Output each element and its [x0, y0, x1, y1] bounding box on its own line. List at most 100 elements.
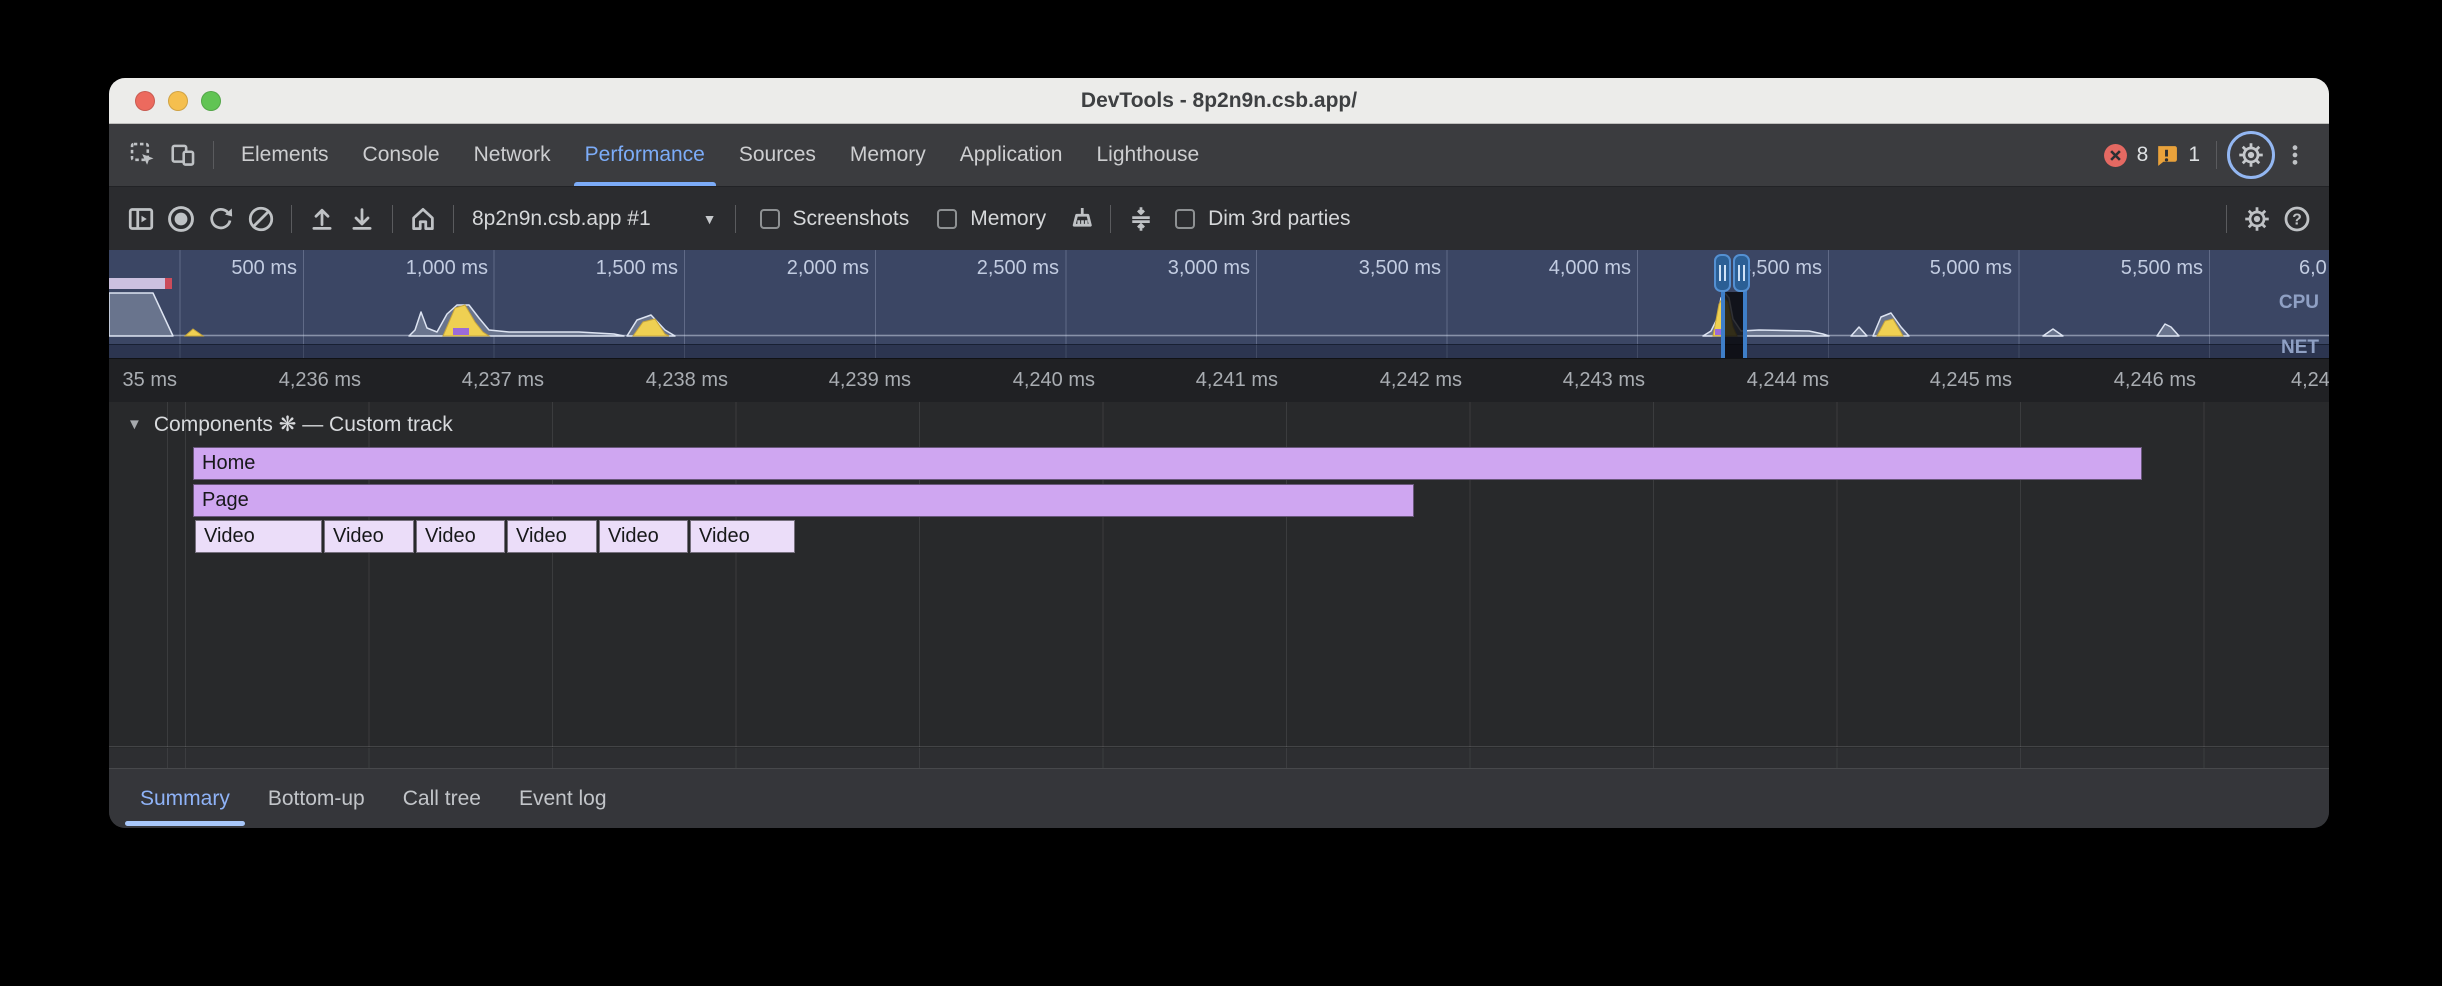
traffic-lights	[135, 91, 221, 111]
settings-button-focused[interactable]	[2227, 131, 2275, 179]
main-tabbar: Elements Console Network Performance Sou…	[109, 124, 2329, 186]
overview-tick: 5,500 ms	[2053, 257, 2203, 280]
cpu-label: CPU	[2279, 292, 2319, 314]
track-entry-video[interactable]: Video	[195, 520, 322, 553]
titlebar[interactable]: DevTools - 8p2n9n.csb.app/	[109, 78, 2329, 124]
tab-memory[interactable]: Memory	[833, 124, 943, 186]
tab-elements[interactable]: Elements	[224, 124, 346, 186]
divider	[1110, 205, 1111, 233]
clear-button[interactable]	[241, 199, 281, 239]
track-entry-page[interactable]: Page	[193, 484, 1414, 517]
ruler-tick: 4,237 ms	[394, 369, 544, 392]
divider	[2226, 205, 2227, 233]
overview-tick: 3,000 ms	[1100, 257, 1250, 280]
maximize-button[interactable]	[201, 91, 221, 111]
window-title: DevTools - 8p2n9n.csb.app/	[1081, 89, 1357, 113]
shortcuts-collapse-button[interactable]	[1121, 199, 1161, 239]
track-entry-video[interactable]: Video	[507, 520, 597, 553]
custom-track-title: Components ❋ — Custom track	[154, 412, 453, 437]
tab-console[interactable]: Console	[346, 124, 457, 186]
selection-left-handle[interactable]	[1714, 254, 1731, 292]
overview-tick: 500 ms	[147, 257, 297, 280]
selection-right-line	[1743, 290, 1747, 358]
overview-tick: 6,0	[2299, 257, 2327, 280]
inspect-element-button[interactable]	[123, 135, 163, 175]
performance-toolbar: 8p2n9n.csb.app #1 ▼ Screenshots Memory D…	[109, 186, 2329, 250]
tab-bottom-up[interactable]: Bottom-up	[249, 769, 384, 828]
overview-tick: 3,500 ms	[1291, 257, 1441, 280]
divider	[453, 205, 454, 233]
help-button[interactable]: ?	[2277, 199, 2317, 239]
tab-summary[interactable]: Summary	[121, 769, 249, 828]
ruler-tick: 4,240 ms	[945, 369, 1095, 392]
ruler-tick: 4,238 ms	[578, 369, 728, 392]
overview-tick: 5,000 ms	[1862, 257, 2012, 280]
tab-lighthouse[interactable]: Lighthouse	[1079, 124, 1216, 186]
track-entry-video[interactable]: Video	[324, 520, 414, 553]
load-profile-button[interactable]	[302, 199, 342, 239]
ruler-tick: 4,239 ms	[761, 369, 911, 392]
divider	[735, 205, 736, 233]
detail-time-ruler: 35 ms 4,236 ms 4,237 ms 4,238 ms 4,239 m…	[109, 358, 2329, 402]
overview-tick: 2,500 ms	[909, 257, 1059, 280]
dim-3rd-parties-checkbox[interactable]: Dim 3rd parties	[1175, 207, 1350, 231]
overview-tick: 1,500 ms	[528, 257, 678, 280]
console-error-badge[interactable]: 8	[2103, 143, 2149, 168]
track-entry-video[interactable]: Video	[416, 520, 505, 553]
collapse-triangle-icon: ▼	[127, 416, 142, 433]
divider	[392, 205, 393, 233]
ruler-tick: 4,241 ms	[1128, 369, 1278, 392]
tab-network[interactable]: Network	[457, 124, 568, 186]
ruler-tick: 4,236 ms	[211, 369, 361, 392]
track-entry-video[interactable]: Video	[690, 520, 795, 553]
capture-settings-button[interactable]	[2237, 199, 2277, 239]
net-label: NET	[2281, 337, 2319, 358]
tab-performance[interactable]: Performance	[568, 124, 722, 186]
toggle-sidebar-button[interactable]	[121, 199, 161, 239]
selection-right-handle[interactable]	[1733, 254, 1750, 292]
checkbox-box	[1175, 209, 1195, 229]
track-entry-home[interactable]: Home	[193, 447, 2142, 480]
ruler-tick: 4,243 ms	[1495, 369, 1645, 392]
details-tabbar: Summary Bottom-up Call tree Event log	[109, 768, 2329, 828]
track-entry-video[interactable]: Video	[599, 520, 688, 553]
overview-tick: 2,000 ms	[719, 257, 869, 280]
record-and-reload-button[interactable]	[201, 199, 241, 239]
ruler-tick: 35 ms	[109, 369, 177, 392]
device-toolbar-button[interactable]	[163, 135, 203, 175]
devtools-window: DevTools - 8p2n9n.csb.app/ Elements Cons…	[109, 78, 2329, 828]
tab-call-tree[interactable]: Call tree	[384, 769, 500, 828]
issues-badge[interactable]: 1	[2154, 143, 2200, 168]
tab-sources[interactable]: Sources	[722, 124, 833, 186]
divider	[291, 205, 292, 233]
save-profile-button[interactable]	[342, 199, 382, 239]
checkbox-box	[937, 209, 957, 229]
record-button[interactable]	[161, 199, 201, 239]
network-strip	[109, 344, 2329, 358]
divider	[2216, 141, 2217, 169]
selection-window[interactable]	[1725, 292, 1743, 358]
live-metrics-home-button[interactable]	[403, 199, 443, 239]
tracks-footer-band	[109, 748, 2329, 768]
close-button[interactable]	[135, 91, 155, 111]
minimize-button[interactable]	[168, 91, 188, 111]
flamechart-area[interactable]: ▼ Components ❋ — Custom track Home Page …	[109, 402, 2329, 768]
custom-track-header[interactable]: ▼ Components ❋ — Custom track	[109, 409, 453, 439]
collect-garbage-button[interactable]	[1060, 199, 1100, 239]
issue-icon	[2154, 143, 2179, 168]
ruler-tick: 4,242 ms	[1312, 369, 1462, 392]
gear-icon	[2236, 140, 2266, 170]
tab-event-log[interactable]: Event log	[500, 769, 626, 828]
memory-checkbox[interactable]: Memory	[937, 207, 1046, 231]
more-options-button[interactable]	[2275, 135, 2315, 175]
error-count: 8	[2137, 143, 2149, 167]
tab-application[interactable]: Application	[943, 124, 1080, 186]
ruler-tick: 4,246 ms	[2046, 369, 2196, 392]
target-selector-dropdown[interactable]: 8p2n9n.csb.app #1 ▼	[464, 207, 725, 231]
overview-tick: 4,000 ms	[1481, 257, 1631, 280]
divider	[213, 141, 214, 169]
screenshots-checkbox[interactable]: Screenshots	[760, 207, 910, 231]
ruler-tick: 4,24	[2291, 369, 2329, 392]
timeline-overview[interactable]: 500 ms 1,000 ms 1,500 ms 2,000 ms 2,500 …	[109, 250, 2329, 358]
ruler-tick: 4,245 ms	[1862, 369, 2012, 392]
